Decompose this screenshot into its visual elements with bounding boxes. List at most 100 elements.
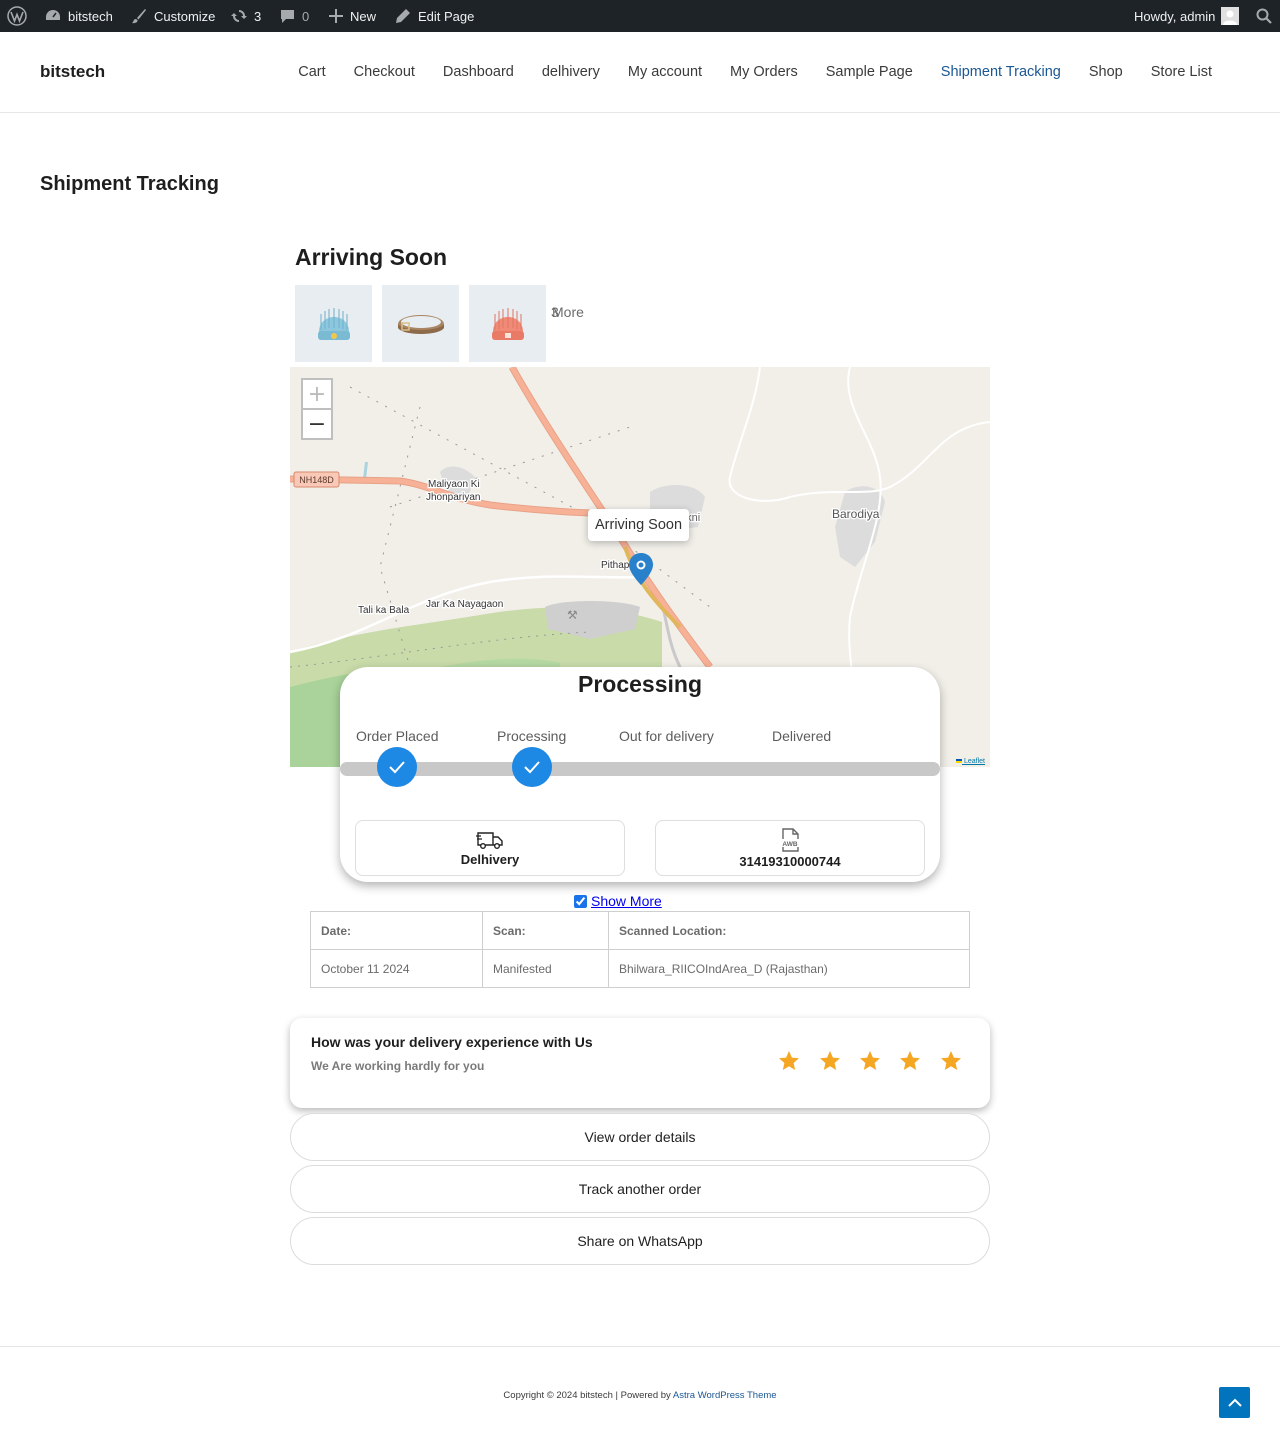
show-more-link[interactable]: Show More <box>591 893 662 909</box>
edit-page-label: Edit Page <box>418 8 475 24</box>
table-row: October 11 2024 Manifested Bhilwara_RIIC… <box>310 949 970 988</box>
howdy-label: Howdy, admin <box>1134 8 1216 24</box>
column-header-date: Date: <box>310 911 483 950</box>
scan-status-cell: Manifested <box>482 949 609 988</box>
feedback-title: How was your delivery experience with Us <box>311 1034 593 1050</box>
admin-site-link[interactable]: bitstech <box>44 0 113 32</box>
map-place-label: Jar Ka Nayagaon <box>426 599 503 610</box>
view-order-details-button[interactable]: View order details <box>290 1113 990 1161</box>
paintbrush-icon <box>132 9 146 24</box>
leather-belt-image <box>397 314 444 334</box>
page-title: Shipment Tracking <box>40 173 219 195</box>
nav-item-shipment-tracking[interactable]: Shipment Tracking <box>927 64 1075 80</box>
updates-icon <box>231 10 247 22</box>
scan-history-table: Date: Scan: Scanned Location: October 11… <box>310 911 970 988</box>
product-thumb-red-beanie[interactable] <box>469 285 546 362</box>
rating-star-1-icon[interactable] <box>777 1049 801 1073</box>
nav-item-my-orders[interactable]: My Orders <box>716 64 812 80</box>
column-header-scan: Scan: <box>482 911 609 950</box>
awb-document-icon: AWB <box>780 827 800 852</box>
zoom-out-button[interactable]: − <box>301 409 333 440</box>
map-place-label: Pithap <box>601 560 630 571</box>
rating-star-4-icon[interactable] <box>898 1049 922 1073</box>
svg-text:AWB: AWB <box>782 841 797 848</box>
awb-number: 31419310000744 <box>739 853 841 869</box>
nav-item-store-list[interactable]: Store List <box>1137 64 1226 80</box>
step-complete-check-icon <box>512 747 552 787</box>
nav-item-sample-page[interactable]: Sample Page <box>812 64 927 80</box>
map-place-label: Jhonpariyan <box>426 492 480 503</box>
account-link[interactable]: Howdy, admin <box>1134 0 1240 32</box>
step-label-order-placed: Order Placed <box>356 728 439 744</box>
leaflet-attribution-link[interactable]: Leaflet <box>956 758 985 765</box>
admin-site-name: bitstech <box>68 8 113 24</box>
customize-link[interactable]: Customize <box>130 0 215 32</box>
rating-star-2-icon[interactable] <box>818 1049 842 1073</box>
delivery-truck-icon <box>476 831 503 849</box>
updates-count: 3 <box>254 8 262 24</box>
product-thumb-blue-beanie[interactable] <box>295 285 372 362</box>
product-thumb-leather-belt[interactable] <box>382 285 459 362</box>
nav-item-shop[interactable]: Shop <box>1075 64 1137 80</box>
nav-item-dashboard[interactable]: Dashboard <box>429 64 528 80</box>
site-title[interactable]: bitstech <box>40 62 105 82</box>
edit-page-link[interactable]: Edit Page <box>394 0 474 32</box>
attribution-label: Leaflet <box>963 758 985 765</box>
step-label-out-for-delivery: Out for delivery <box>619 728 714 744</box>
progress-track <box>340 762 940 776</box>
search-icon <box>1256 8 1272 24</box>
map-place-label: Maliyaon Ki <box>428 479 480 490</box>
wordpress-logo-icon[interactable] <box>7 0 27 32</box>
rating-star-3-icon[interactable] <box>858 1049 882 1073</box>
column-header-location: Scanned Location: <box>608 911 970 950</box>
zoom-in-button[interactable]: + <box>301 378 333 409</box>
more-products-text: More <box>552 304 584 320</box>
arriving-heading: Arriving Soon <box>295 244 448 270</box>
admin-search-button[interactable] <box>1255 0 1273 32</box>
new-label: New <box>350 8 377 24</box>
copyright-text: Copyright © 2024 bitstech | Powered by <box>503 1390 673 1401</box>
nav-item-cart[interactable]: Cart <box>284 64 339 80</box>
comments-count: 0 <box>302 8 310 24</box>
delivery-feedback-card: How was your delivery experience with Us… <box>290 1018 990 1108</box>
nav-item-delhivery[interactable]: delhivery <box>528 64 614 80</box>
map-place-label: Barodiya <box>832 507 880 521</box>
scan-location-cell: Bhilwara_RIICOIndArea_D (Rajasthan) <box>608 949 970 988</box>
nav-item-my-account[interactable]: My account <box>614 64 716 80</box>
map-popup: Arriving Soon <box>588 509 690 541</box>
location-pin-icon[interactable] <box>629 553 653 585</box>
blue-beanie-image <box>317 307 350 340</box>
theme-link[interactable]: Astra WordPress Theme <box>673 1390 777 1401</box>
chevron-up-icon <box>1227 1398 1242 1407</box>
feedback-subtitle: We Are working hardly for you <box>311 1059 485 1073</box>
admin-bar: bitstech Customize 3 0 New Edit Page How… <box>0 0 1280 32</box>
pencil-icon <box>396 9 410 23</box>
plus-icon <box>329 9 343 23</box>
primary-nav: Cart Checkout Dashboard delhivery My acc… <box>284 64 1226 80</box>
comments-link[interactable]: 0 <box>279 0 309 32</box>
shipment-status-card: Processing Order Placed Processing Out f… <box>340 667 940 882</box>
ukraine-flag-icon <box>956 759 963 763</box>
comment-icon <box>281 9 294 23</box>
track-another-order-button[interactable]: Track another order <box>290 1165 990 1213</box>
show-more-checkbox[interactable] <box>574 894 587 908</box>
awb-info-box: AWB 31419310000744 <box>655 820 925 876</box>
new-content-link[interactable]: New <box>328 0 376 32</box>
map-road-label: NH148D <box>299 475 334 485</box>
site-footer: Copyright © 2024 bitstech | Powered by A… <box>0 1346 1280 1447</box>
dashboard-icon <box>46 10 60 20</box>
show-more-toggle[interactable]: Show More <box>574 893 662 909</box>
courier-name: Delhivery <box>460 851 520 867</box>
user-avatar-icon <box>1223 10 1238 25</box>
red-beanie-image <box>491 307 524 340</box>
scroll-to-top-button[interactable] <box>1219 1387 1250 1418</box>
step-label-processing: Processing <box>497 728 567 744</box>
step-complete-check-icon <box>377 747 417 787</box>
footer-copyright: Copyright © 2024 bitstech | Powered by A… <box>0 1390 1280 1401</box>
rating-star-5-icon[interactable] <box>939 1049 963 1073</box>
map-place-label: Tali ka Bala <box>358 605 410 616</box>
share-whatsapp-button[interactable]: Share on WhatsApp <box>290 1217 990 1265</box>
updates-link[interactable]: 3 <box>230 0 261 32</box>
scan-date-cell: October 11 2024 <box>310 949 483 988</box>
nav-item-checkout[interactable]: Checkout <box>340 64 429 80</box>
